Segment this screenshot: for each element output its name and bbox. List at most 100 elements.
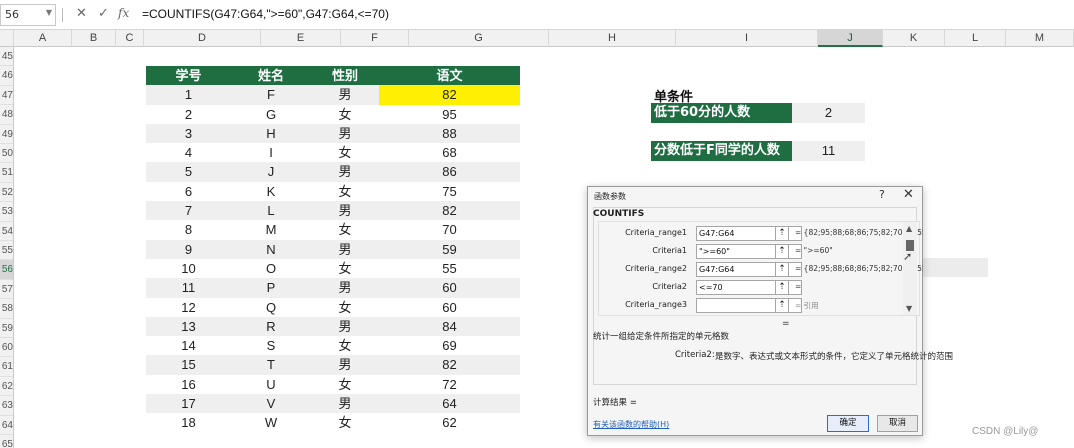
column-header-a[interactable]: A: [14, 30, 72, 47]
table-cell[interactable]: 3: [146, 124, 231, 143]
cancel-icon[interactable]: ✕: [76, 6, 87, 21]
row-header-51[interactable]: 51: [0, 163, 13, 183]
column-header-cell[interactable]: 姓名: [231, 66, 311, 85]
row-header-50[interactable]: 50: [0, 144, 13, 164]
table-cell[interactable]: 59: [379, 240, 520, 259]
table-cell[interactable]: U: [231, 375, 311, 394]
table-cell[interactable]: 4: [146, 143, 231, 162]
row-header-46[interactable]: 46: [0, 66, 13, 86]
row-header-54[interactable]: 54: [0, 222, 13, 241]
table-cell[interactable]: I: [231, 143, 311, 162]
close-icon[interactable]: ✕: [903, 187, 914, 202]
table-cell[interactable]: 14: [146, 336, 231, 355]
table-cell[interactable]: 5: [146, 162, 231, 181]
table-cell[interactable]: 68: [379, 143, 520, 162]
table-cell[interactable]: 女: [311, 220, 379, 239]
column-header-cell[interactable]: 语文: [379, 66, 520, 85]
table-cell[interactable]: 55: [379, 259, 520, 278]
table-cell[interactable]: 60: [379, 298, 520, 317]
table-cell[interactable]: 70: [379, 220, 520, 239]
table-cell[interactable]: 10: [146, 259, 231, 278]
table-cell[interactable]: 男: [311, 355, 379, 374]
table-cell[interactable]: 女: [311, 298, 379, 317]
help-icon[interactable]: ?: [879, 188, 885, 201]
column-header-i[interactable]: I: [676, 30, 818, 47]
table-cell[interactable]: K: [231, 182, 311, 201]
table-cell[interactable]: 女: [311, 259, 379, 278]
table-cell[interactable]: J: [231, 162, 311, 181]
table-cell[interactable]: T: [231, 355, 311, 374]
help-link[interactable]: 有关该函数的帮助(H): [593, 419, 669, 430]
column-header-j[interactable]: J: [818, 30, 883, 47]
row-header-56[interactable]: 56: [0, 260, 13, 280]
table-cell[interactable]: 62: [379, 413, 520, 432]
arguments-scrollbar[interactable]: ▲ ▼: [903, 222, 917, 315]
chevron-down-icon[interactable]: ▼: [46, 8, 52, 17]
column-header-f[interactable]: F: [341, 30, 409, 47]
table-cell[interactable]: 60: [379, 278, 520, 297]
table-cell[interactable]: 女: [311, 336, 379, 355]
row-header-48[interactable]: 48: [0, 105, 13, 125]
table-cell[interactable]: 13: [146, 317, 231, 336]
table-cell[interactable]: 82: [379, 85, 520, 105]
table-cell[interactable]: 9: [146, 240, 231, 259]
enter-icon[interactable]: ✓: [98, 6, 109, 21]
table-cell[interactable]: W: [231, 413, 311, 432]
range-picker-icon[interactable]: ⇡: [775, 226, 789, 241]
column-header-d[interactable]: D: [144, 30, 261, 47]
range-picker-icon[interactable]: ⇡: [775, 298, 789, 313]
table-cell[interactable]: 女: [311, 182, 379, 201]
table-cell[interactable]: M: [231, 220, 311, 239]
row-header-61[interactable]: 61: [0, 357, 13, 377]
table-cell[interactable]: 女: [311, 413, 379, 432]
table-cell[interactable]: 17: [146, 394, 231, 413]
table-cell[interactable]: F: [231, 85, 311, 104]
table-cell[interactable]: 12: [146, 298, 231, 317]
row-header-55[interactable]: 55: [0, 241, 13, 261]
condition-label-below-f[interactable]: 分数低于F同学的人数: [651, 141, 792, 161]
table-cell[interactable]: 69: [379, 336, 520, 355]
table-cell[interactable]: L: [231, 201, 311, 220]
table-cell[interactable]: 7: [146, 201, 231, 220]
table-cell[interactable]: 男: [311, 394, 379, 413]
row-header-59[interactable]: 59: [0, 319, 13, 338]
table-cell[interactable]: 女: [311, 143, 379, 162]
range-picker-icon[interactable]: ⇡: [775, 262, 789, 277]
table-cell[interactable]: 88: [379, 124, 520, 143]
column-header-g[interactable]: G: [409, 30, 549, 47]
row-header-62[interactable]: 62: [0, 377, 13, 397]
row-header-57[interactable]: 57: [0, 280, 13, 300]
table-cell[interactable]: 8: [146, 220, 231, 239]
table-cell[interactable]: O: [231, 259, 311, 278]
table-cell[interactable]: 男: [311, 317, 379, 336]
table-cell[interactable]: P: [231, 278, 311, 297]
table-cell[interactable]: 1: [146, 85, 231, 104]
table-cell[interactable]: G: [231, 105, 311, 124]
row-header-52[interactable]: 52: [0, 183, 13, 203]
column-header-b[interactable]: B: [72, 30, 116, 47]
table-cell[interactable]: 2: [146, 105, 231, 124]
column-header-m[interactable]: M: [1006, 30, 1074, 47]
row-header-65[interactable]: 65: [0, 435, 13, 448]
ok-button[interactable]: 确定: [827, 415, 869, 432]
condition-value-below-60[interactable]: 2: [792, 103, 865, 123]
table-cell[interactable]: S: [231, 336, 311, 355]
table-cell[interactable]: 男: [311, 124, 379, 143]
table-cell[interactable]: N: [231, 240, 311, 259]
row-header-63[interactable]: 63: [0, 396, 13, 416]
table-cell[interactable]: Q: [231, 298, 311, 317]
column-header-h[interactable]: H: [549, 30, 676, 47]
table-cell[interactable]: 15: [146, 355, 231, 374]
table-cell[interactable]: 女: [311, 375, 379, 394]
table-cell[interactable]: 82: [379, 201, 520, 220]
select-all-corner[interactable]: [0, 30, 14, 47]
range-picker-icon[interactable]: ⇡: [775, 244, 789, 259]
row-header-49[interactable]: 49: [0, 125, 13, 144]
insert-function-icon[interactable]: fx: [118, 6, 129, 20]
row-header-45[interactable]: 45: [0, 47, 13, 67]
column-header-c[interactable]: C: [116, 30, 144, 47]
scroll-up-icon[interactable]: ▲: [906, 224, 912, 233]
table-cell[interactable]: 男: [311, 278, 379, 297]
table-cell[interactable]: 女: [311, 105, 379, 124]
row-header-64[interactable]: 64: [0, 416, 13, 435]
